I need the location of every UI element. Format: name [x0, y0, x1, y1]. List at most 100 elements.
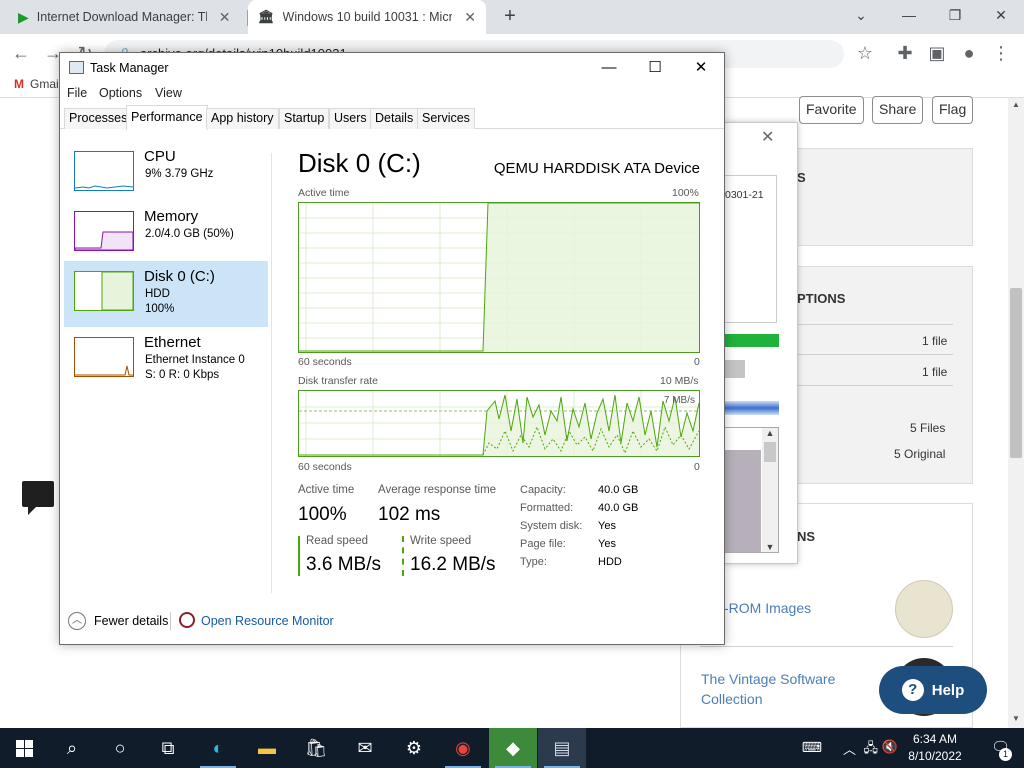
- back-arrow-icon[interactable]: ←: [8, 41, 34, 65]
- close-window-button[interactable]: ✕: [978, 4, 1024, 28]
- search-icon[interactable]: ⌕: [48, 728, 96, 768]
- transfer-rate-x-right: 0: [694, 461, 700, 473]
- idm-taskbar-icon[interactable]: ◆: [489, 728, 537, 768]
- profile-avatar-icon[interactable]: ●: [956, 41, 982, 65]
- side-panel-icon[interactable]: ▣: [924, 41, 950, 65]
- vintage-software-link[interactable]: The Vintage Software: [701, 671, 835, 687]
- restore-button[interactable]: ❐: [932, 4, 978, 28]
- dialog-list-box[interactable]: ▲ ▼: [725, 427, 779, 553]
- chrome-menu-icon[interactable]: ⋮: [988, 41, 1014, 65]
- property-value: Yes: [598, 538, 616, 550]
- archive-favicon-icon: 🏛: [258, 9, 275, 24]
- settings-gear-icon[interactable]: ⚙: [390, 728, 438, 768]
- tab-performance[interactable]: Performance: [126, 105, 208, 130]
- file-explorer-icon[interactable]: ▬: [243, 728, 291, 768]
- mail-icon[interactable]: ✉: [341, 728, 389, 768]
- bookmark-star-icon[interactable]: ☆: [852, 41, 878, 65]
- disk-model: QEMU HARDDISK ATA Device: [493, 160, 700, 177]
- divider: [797, 385, 953, 386]
- vintage-software-link-line2[interactable]: Collection: [701, 691, 762, 707]
- keyboard-icon[interactable]: ⌨: [802, 739, 822, 756]
- tab-app-history[interactable]: App history: [206, 108, 279, 129]
- task-manager-titlebar[interactable]: Task Manager — ☐ ✕: [60, 53, 724, 83]
- property-key: System disk:: [520, 520, 583, 532]
- task-view-icon[interactable]: ⧉: [144, 728, 192, 768]
- sidebar-item-title: Memory: [144, 208, 199, 225]
- sidebar-item-ethernet[interactable]: Ethernet Ethernet Instance 0 S: 0 R: 0 K…: [64, 327, 268, 393]
- page-scrollbar-thumb[interactable]: [1010, 288, 1022, 458]
- help-button[interactable]: ? Help: [879, 666, 987, 714]
- browser-tab-idm[interactable]: ▶ Internet Download Manager: The ✕: [8, 0, 248, 34]
- taskbar-clock[interactable]: 6:34 AM 8/10/2022: [900, 731, 970, 765]
- maximize-button[interactable]: ☐: [632, 57, 678, 79]
- close-tab-icon[interactable]: ✕: [464, 9, 476, 26]
- minimize-button[interactable]: —: [586, 57, 632, 79]
- tab-search-icon[interactable]: ⌄: [838, 4, 884, 28]
- dialog-list-thumb[interactable]: [764, 442, 776, 462]
- pane-divider: [271, 153, 272, 593]
- active-time-label: Active time: [298, 484, 355, 496]
- property-value: HDD: [598, 556, 622, 568]
- dialog-close-icon[interactable]: ✕: [761, 127, 774, 147]
- tab-services[interactable]: Services: [417, 108, 475, 129]
- tab-processes[interactable]: Processes: [64, 108, 133, 129]
- new-tab-button[interactable]: +: [498, 5, 522, 29]
- start-windows-icon[interactable]: [0, 728, 48, 768]
- property-value: 40.0 GB: [598, 502, 639, 514]
- favorite-button[interactable]: Favorite: [799, 96, 864, 124]
- background-dialog: ✕ 0301-21 ▲ ▼: [724, 122, 798, 564]
- avg-response-label: Average response time: [378, 484, 497, 496]
- cdrom-images-link[interactable]: -ROM Images: [724, 600, 811, 616]
- tab-details[interactable]: Details: [370, 108, 419, 129]
- active-time-value: 100%: [298, 504, 347, 525]
- sidebar-item-cpu[interactable]: CPU 9% 3.79 GHz: [64, 141, 268, 207]
- scroll-up-arrow-icon[interactable]: ▲: [1008, 100, 1024, 109]
- cortana-icon[interactable]: ○: [96, 728, 144, 768]
- active-time-graph-max: 100%: [672, 187, 699, 199]
- volume-muted-icon[interactable]: 🔇: [882, 739, 898, 755]
- chat-bubble-icon[interactable]: [22, 481, 54, 515]
- tab-users[interactable]: Users: [329, 108, 372, 129]
- clock-time: 6:34 AM: [912, 732, 958, 746]
- disk-mini-graph: [74, 271, 134, 311]
- download-row-count: 5 Files: [910, 421, 946, 435]
- active-time-x-right: 0: [694, 356, 700, 368]
- edge-browser-icon[interactable]: ◐: [194, 728, 242, 768]
- store-icon[interactable]: 🛍: [292, 728, 340, 768]
- info-panel: [797, 148, 973, 246]
- browser-tab-archive[interactable]: 🏛 Windows 10 build 10031 : Micro ✕: [248, 0, 486, 34]
- chevron-down-icon[interactable]: ▼: [762, 542, 778, 552]
- chevron-up-icon[interactable]: ︿: [68, 612, 86, 630]
- bookmark-gmail[interactable]: M Gmail: [14, 77, 61, 91]
- menu-view[interactable]: View: [155, 86, 182, 100]
- share-button[interactable]: Share: [872, 96, 924, 124]
- chevron-up-icon[interactable]: ▲: [762, 428, 778, 438]
- task-manager-taskbar-icon[interactable]: ▤: [538, 728, 586, 768]
- tab-startup[interactable]: Startup: [279, 108, 330, 129]
- flag-button[interactable]: Flag: [932, 96, 974, 124]
- ethernet-sparkline: [75, 365, 133, 376]
- menu-options[interactable]: Options: [99, 86, 142, 100]
- open-resource-monitor-link[interactable]: Open Resource Monitor: [201, 614, 334, 628]
- cdrom-collection-icon[interactable]: [895, 580, 953, 638]
- resource-monitor-icon[interactable]: [179, 612, 195, 628]
- scroll-down-arrow-icon[interactable]: ▼: [1008, 714, 1024, 723]
- minimize-button[interactable]: —: [886, 4, 932, 28]
- close-tab-icon[interactable]: ✕: [219, 9, 231, 26]
- show-hidden-icons-chevron-icon[interactable]: ︿: [843, 739, 856, 758]
- menu-file[interactable]: File: [67, 86, 87, 100]
- task-manager-app-icon: [69, 61, 84, 74]
- fewer-details-link[interactable]: Fewer details: [94, 614, 168, 628]
- chrome-icon[interactable]: ◉: [439, 728, 487, 768]
- dialog-list-scrollbar[interactable]: ▲ ▼: [762, 428, 778, 552]
- cpu-mini-graph: [74, 151, 134, 191]
- extensions-icon[interactable]: ✚: [892, 41, 918, 65]
- close-button[interactable]: ✕: [678, 57, 724, 79]
- sidebar-item-disk[interactable]: Disk 0 (C:) HDD 100%: [64, 261, 268, 327]
- disk-sparkline: [101, 272, 133, 310]
- network-icon[interactable]: 🖧: [864, 739, 879, 761]
- sidebar-item-memory[interactable]: Memory 2.0/4.0 GB (50%): [64, 201, 268, 267]
- divider: [797, 354, 953, 355]
- download-row-count: 5 Original: [894, 447, 946, 461]
- read-speed-value: 3.6 MB/s: [306, 554, 381, 575]
